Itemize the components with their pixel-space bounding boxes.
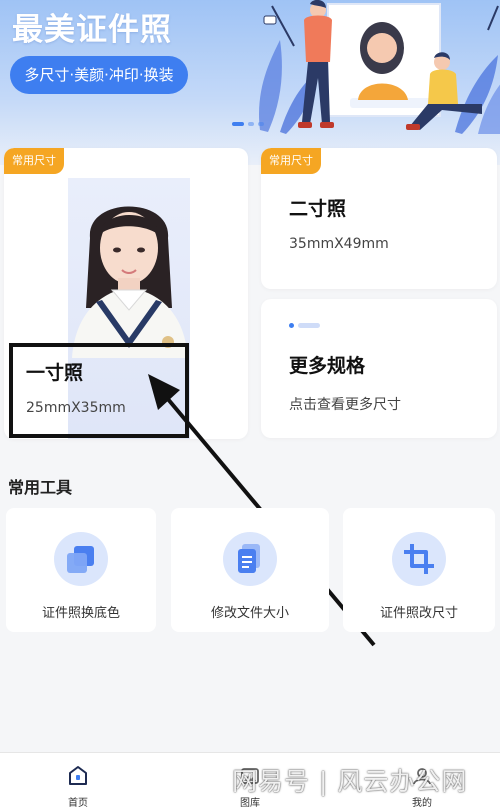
tab-profile[interactable]: 我的	[372, 753, 472, 809]
bottom-tab-bar: 首页 图库 我的	[0, 752, 500, 809]
tab-home-label: 首页	[68, 798, 88, 809]
resize-file-tool[interactable]: 修改文件大小	[171, 508, 329, 632]
crop-icon	[392, 532, 446, 586]
annotation-arrow	[148, 374, 376, 647]
document-icon	[223, 532, 277, 586]
tab-profile-label: 我的	[412, 798, 432, 809]
tab-home[interactable]: 首页	[28, 753, 128, 809]
tab-gallery-label: 图库	[240, 798, 260, 809]
home-icon	[69, 766, 87, 785]
layers-icon	[54, 532, 108, 586]
tool-label: 证件照改尺寸	[379, 606, 458, 621]
tool-label: 证件照换底色	[41, 606, 120, 621]
change-background-tool[interactable]: 证件照换底色	[6, 508, 156, 632]
gallery-icon	[241, 768, 259, 784]
tool-label: 修改文件大小	[210, 606, 289, 621]
change-size-tool[interactable]: 证件照改尺寸	[343, 508, 495, 632]
profile-icon	[413, 768, 431, 785]
tools-section-title: 常用工具	[8, 478, 73, 497]
tab-gallery[interactable]: 图库	[200, 753, 300, 809]
